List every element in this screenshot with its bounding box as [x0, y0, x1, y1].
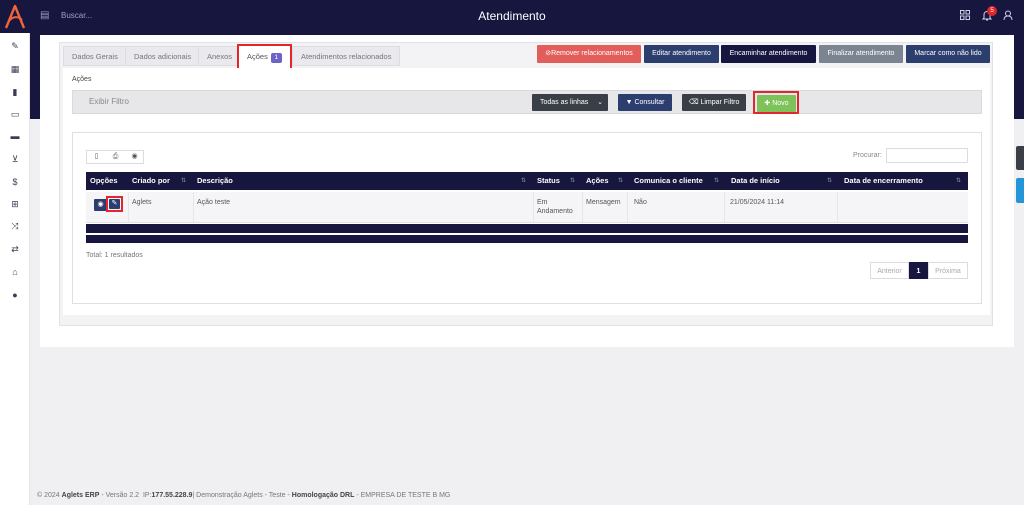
user-icon[interactable]	[1003, 10, 1013, 24]
edit-highlight: ✎	[106, 196, 123, 212]
table-header: Opções Criado por ⇅ Descrição ⇅ Status ⇅…	[86, 172, 968, 190]
pdf-icon[interactable]: ▯	[87, 151, 106, 163]
print-icon[interactable]: ⎙	[106, 151, 125, 163]
store-icon[interactable]: ⌂	[9, 266, 21, 278]
shuffle-icon[interactable]: ⤨	[9, 220, 21, 232]
sort-icon[interactable]: ⇅	[827, 172, 832, 190]
pager-page-1[interactable]: 1	[909, 262, 928, 279]
finalizar-atendimento-button[interactable]: Finalizar atendimento	[819, 45, 903, 63]
novo-button[interactable]: ✚ Novo	[757, 95, 796, 112]
divider	[193, 192, 194, 223]
total-results: Total: 1 resultados	[86, 252, 143, 259]
cart-icon[interactable]: ⊻	[9, 153, 21, 165]
retweet-icon[interactable]: ⇄	[9, 243, 21, 255]
col-data-inicio[interactable]: Data de início	[727, 172, 780, 190]
cell-descricao: Ação teste	[197, 199, 231, 206]
table-row: Aglets Ação teste Em Andamento Mensagem N…	[86, 192, 968, 223]
divider	[724, 192, 725, 223]
section-title: Ações	[72, 76, 92, 83]
remover-relacionamentos-button[interactable]: ⊘Remover relacionamentos	[537, 45, 641, 63]
pager-next-button[interactable]: Próxima	[928, 262, 968, 279]
cell-acoes: Mensagem	[586, 199, 621, 206]
table-icon[interactable]: ⊞	[9, 198, 21, 210]
marcar-como-nao-lido-button[interactable]: Marcar como não lido	[906, 45, 990, 63]
footer: © 2024 Aglets ERP - Versão 2.2 IP:177.55…	[37, 492, 451, 499]
table-search-input[interactable]	[886, 148, 968, 163]
page-title: Atendimento	[478, 9, 546, 23]
cash-icon[interactable]: ▭	[9, 108, 21, 120]
exibir-filtro-toggle[interactable]: Exibir Filtro	[89, 97, 129, 106]
col-status[interactable]: Status	[533, 172, 560, 190]
calculator-icon[interactable]: ▦	[9, 63, 21, 75]
cell-comunica: Não	[634, 199, 647, 206]
divider	[837, 192, 838, 223]
wrench-icon[interactable]: ✎	[9, 40, 21, 52]
editar-atendimento-button[interactable]: Editar atendimento	[644, 45, 719, 63]
tab-acoes-badge: 1	[270, 53, 282, 63]
table-footer-bar	[86, 224, 968, 233]
sort-icon[interactable]: ⇅	[956, 172, 961, 190]
tab-dados-gerais[interactable]: Dados Gerais	[63, 46, 127, 66]
consultar-button[interactable]: ▼ Consultar	[618, 94, 672, 111]
divider	[128, 192, 129, 223]
divider	[582, 192, 583, 223]
cell-data-inicio: 21/05/2024 11:14	[730, 199, 784, 206]
export-toolbar: ▯ ⎙ ◉	[86, 150, 144, 164]
search-label: Procurar:	[853, 152, 882, 159]
col-criado-por[interactable]: Criado por	[128, 172, 170, 190]
notification-badge: 5	[987, 6, 997, 16]
sort-icon[interactable]: ⇅	[618, 172, 623, 190]
divider	[533, 192, 534, 223]
sort-icon[interactable]: ⇅	[570, 172, 575, 190]
side-help-tab[interactable]	[1016, 178, 1024, 203]
col-comunica-cliente[interactable]: Comunica o cliente	[630, 172, 703, 190]
apps-grid-icon[interactable]	[960, 10, 970, 23]
briefcase-icon[interactable]: ▬	[9, 130, 21, 142]
col-descricao[interactable]: Descrição	[193, 172, 233, 190]
cell-status: Em Andamento	[537, 199, 573, 215]
tab-dados-adicionais[interactable]: Dados adicionais	[125, 46, 201, 66]
col-opcoes[interactable]: Opções	[86, 172, 118, 190]
tab-acoes[interactable]: Ações 1	[237, 44, 292, 70]
horizontal-scrollbar[interactable]	[86, 235, 968, 243]
rows-select[interactable]: Todas as linhas ⌄	[532, 94, 608, 111]
sort-icon[interactable]: ⇅	[714, 172, 719, 190]
eye-icon[interactable]: ◉	[125, 151, 144, 163]
sort-icon[interactable]: ⇅	[181, 172, 186, 190]
dollar-icon[interactable]: $	[9, 176, 21, 188]
tab-atendimentos-relacionados[interactable]: Atendimentos relacionados	[292, 46, 401, 66]
eraser-icon: ⌫	[688, 99, 701, 106]
pager-prev-button[interactable]: Anterior	[870, 262, 909, 279]
chevron-down-icon: ⌄	[597, 99, 603, 106]
side-settings-tab[interactable]	[1016, 146, 1024, 170]
limpar-filtro-button[interactable]: ⌫ Limpar Filtro	[682, 94, 746, 111]
pencil-edit-button[interactable]: ✎	[109, 199, 120, 209]
book-icon[interactable]: ▮	[9, 86, 21, 98]
divider	[627, 192, 628, 223]
tab-anexos[interactable]: Anexos	[198, 46, 242, 66]
sort-icon[interactable]: ⇅	[521, 172, 526, 190]
col-acoes[interactable]: Ações	[582, 172, 609, 190]
cell-criado-por: Aglets	[132, 199, 152, 206]
col-data-encerramento[interactable]: Data de encerramento	[840, 172, 923, 190]
filter-bar	[72, 90, 982, 114]
person-icon[interactable]: ●	[9, 289, 21, 301]
encaminhar-atendimento-button[interactable]: Encaminhar atendimento	[721, 45, 816, 63]
